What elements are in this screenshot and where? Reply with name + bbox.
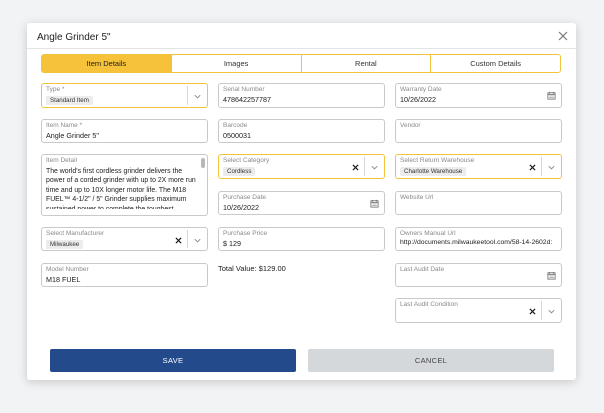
calendar-icon[interactable] [547, 91, 556, 100]
owners-manual-url-value: http://documents.milwaukeetool.com/58-14… [400, 239, 553, 246]
website-url-label: Website Url [400, 194, 434, 201]
last-audit-condition-label: Last Audit Condition [400, 301, 458, 308]
tab-custom-details[interactable]: Custom Details [431, 55, 560, 72]
owners-manual-url-field[interactable]: Owners Manual Url http://documents.milwa… [395, 227, 562, 251]
serial-number-field[interactable]: Serial Number 478642257787 [218, 83, 385, 108]
tab-rental[interactable]: Rental [301, 55, 432, 72]
manufacturer-select[interactable]: Select Manufacturer Milwaukee [41, 227, 208, 251]
last-audit-condition-select[interactable]: Last Audit Condition [395, 298, 562, 323]
category-chip: Cordless [223, 167, 256, 176]
chevron-down-icon[interactable] [193, 236, 202, 245]
serial-number-label: Serial Number [223, 86, 265, 93]
item-modal: Angle Grinder 5" Item Details Images Ren… [27, 23, 576, 380]
purchase-date-label: Purchase Date [223, 194, 266, 201]
warranty-date-field[interactable]: Warranty Date 10/26/2022 [395, 83, 562, 108]
type-select[interactable]: Type * Standard Item [41, 83, 208, 108]
purchase-price-label: Purchase Price [223, 230, 268, 237]
model-number-field[interactable]: Model Number M18 FUEL [41, 263, 208, 287]
manufacturer-chip: Milwaukee [46, 240, 84, 249]
model-number-value: M18 FUEL [46, 275, 81, 284]
header-divider [27, 48, 576, 49]
barcode-value: 0500031 [223, 131, 251, 140]
return-warehouse-separator [541, 157, 542, 176]
manufacturer-label: Select Manufacturer [46, 230, 105, 237]
clear-icon[interactable] [529, 164, 536, 171]
item-detail-textarea[interactable]: Item Detail The world's first cordless g… [41, 154, 208, 216]
website-url-field[interactable]: Website Url [395, 191, 562, 215]
warranty-date-label: Warranty Date [400, 86, 442, 93]
manufacturer-separator [187, 230, 188, 248]
return-warehouse-label: Select Return Warehouse [400, 157, 475, 164]
last-audit-date-field[interactable]: Last Audit Date [395, 263, 562, 287]
purchase-price-field[interactable]: Purchase Price $ 129 [218, 227, 385, 251]
cancel-button[interactable]: CANCEL [308, 349, 554, 372]
owners-manual-url-label: Owners Manual Url [400, 230, 456, 237]
type-chip: Standard Item [46, 96, 93, 105]
barcode-field[interactable]: Barcode 0500031 [218, 119, 385, 143]
chevron-down-icon[interactable] [370, 163, 379, 172]
modal-title: Angle Grinder 5" [37, 32, 111, 43]
last-audit-condition-separator [541, 301, 542, 320]
warranty-date-value: 10/26/2022 [400, 95, 436, 104]
category-label: Select Category [223, 157, 270, 164]
item-name-value: Angle Grinder 5" [46, 131, 99, 140]
chevron-down-icon[interactable] [547, 163, 556, 172]
calendar-icon[interactable] [370, 199, 379, 208]
serial-number-value: 478642257787 [223, 95, 271, 104]
tab-bar: Item Details Images Rental Custom Detail… [41, 54, 561, 73]
item-name-field[interactable]: Item Name * Angle Grinder 5" [41, 119, 208, 143]
tab-item-details[interactable]: Item Details [42, 55, 172, 72]
item-detail-value: The world's first cordless grinder deliv… [46, 168, 196, 209]
category-select[interactable]: Select Category Cordless [218, 154, 385, 179]
tab-images[interactable]: Images [171, 55, 302, 72]
vendor-field[interactable]: Vendor [395, 119, 562, 143]
total-value: Total Value: $129.00 [218, 264, 286, 273]
type-label: Type * [46, 86, 65, 93]
calendar-icon[interactable] [547, 271, 556, 280]
category-separator [364, 157, 365, 176]
return-warehouse-chip: Charlotte Warehouse [400, 167, 467, 176]
vendor-label: Vendor [400, 122, 421, 129]
save-button[interactable]: SAVE [50, 349, 296, 372]
chevron-down-icon[interactable] [193, 92, 202, 101]
clear-icon[interactable] [352, 164, 359, 171]
chevron-down-icon[interactable] [547, 307, 556, 316]
return-warehouse-select[interactable]: Select Return Warehouse Charlotte Wareho… [395, 154, 562, 179]
purchase-date-value: 10/26/2022 [223, 203, 259, 212]
model-number-label: Model Number [46, 266, 89, 273]
close-icon[interactable] [557, 30, 569, 42]
item-name-label: Item Name * [46, 122, 83, 129]
item-detail-scrollbar[interactable] [201, 158, 205, 168]
purchase-price-value: $ 129 [223, 239, 241, 248]
clear-icon[interactable] [529, 308, 536, 315]
last-audit-date-label: Last Audit Date [400, 266, 445, 273]
purchase-date-field[interactable]: Purchase Date 10/26/2022 [218, 191, 385, 215]
clear-icon[interactable] [175, 237, 182, 244]
barcode-label: Barcode [223, 122, 248, 129]
type-separator [187, 86, 188, 105]
item-detail-label: Item Detail [46, 157, 78, 164]
